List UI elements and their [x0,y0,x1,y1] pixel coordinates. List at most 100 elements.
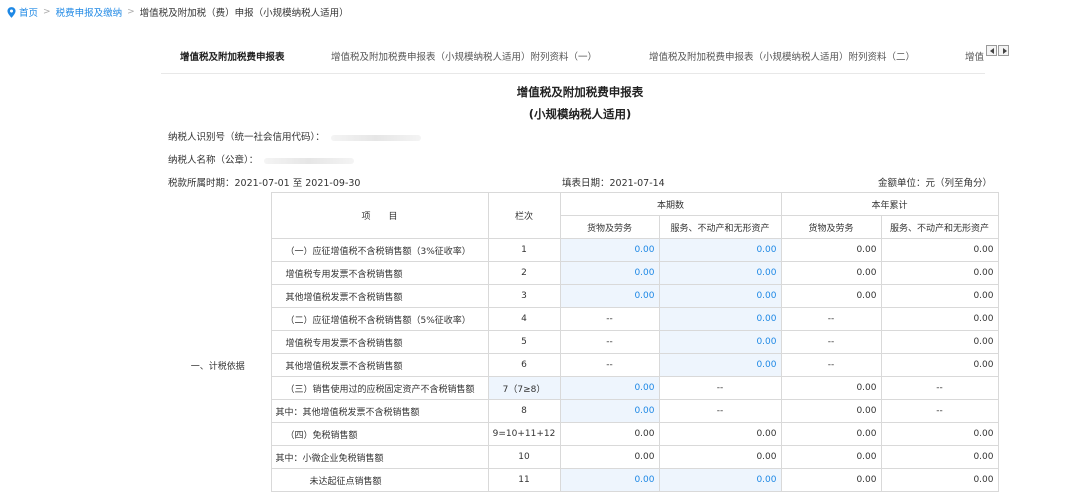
current-services-input[interactable]: 0.00 [658,353,782,377]
tab-scroll-right-icon[interactable] [998,45,1009,56]
current-services-value: 0.00 [658,445,782,469]
row-line: 4 [487,307,561,331]
table-row: 增值税专用发票不含税销售额 5 -- 0.00 -- 0.00 [165,330,999,354]
table-row: 一、计税依据 （一）应征增值税不含税销售额（3%征收率） 1 0.00 0.00… [165,238,999,492]
form-tabs: 增值税及附加税费申报表 增值税及附加税费申报表（小规模纳税人适用）附列资料（一）… [161,41,985,74]
amount-unit: 金额单位：元（列至角分） [878,178,993,189]
breadcrumb-separator: > [127,7,135,17]
current-goods-input[interactable]: 0.00 [559,399,660,423]
current-services-input[interactable]: 0.00 [658,238,782,262]
year-services-value: 0.00 [880,445,999,469]
header-current-goods: 货物及劳务 [559,215,660,239]
tab-schedule-one[interactable]: 增值税及附加税费申报表（小规模纳税人适用）附列资料（一） [331,41,597,73]
row-item: 其中：其他增值税发票不含税销售额 [270,399,489,423]
year-services-value: 0.00 [880,284,999,308]
tax-period: 税款所属时期：2021-07-01 至 2021-09-30 [168,178,361,189]
tab-schedule-three[interactable]: 增值 [965,41,984,73]
current-goods-value: 0.00 [559,445,660,469]
form-subtitle: (小规模纳税人适用) [528,107,632,121]
year-goods-value: 0.00 [780,399,882,423]
breadcrumb-current-page: 增值税及附加税（费）申报（小规模纳税人适用） [139,8,349,19]
current-goods-input[interactable]: 0.00 [559,261,660,285]
row-line: 5 [487,330,561,354]
header-year-total: 本年累计 [780,192,999,216]
row-item: 其他增值税发票不含税销售额 [270,353,489,377]
current-services-input[interactable]: 0.00 [658,468,782,492]
table-row: 其中：小微企业免税销售额 10 0.00 0.00 0.00 0.00 [165,445,999,469]
year-services-value: -- [880,376,999,400]
table-row: 其他增值税发票不含税销售额 6 -- 0.00 -- 0.00 [165,353,999,377]
redacted-value [330,134,421,141]
year-services-value: 0.00 [880,353,999,377]
row-item: （四）免税销售额 [270,422,489,446]
taxpayer-name-row: 纳税人名称（公章）： [168,152,355,166]
year-services-value: 0.00 [880,330,999,354]
header-year-services: 服务、不动产和无形资产 [880,215,999,239]
row-line: 1 [487,238,561,262]
current-goods-value: -- [559,330,660,354]
row-line: 11 [487,468,561,492]
table-header-row: 项 目 栏次 本期数 本年累计 [165,192,999,239]
row-item: （二）应征增值税不含税销售额（5%征收率） [270,307,489,331]
year-goods-value: 0.00 [780,376,882,400]
row-item: （三）销售使用过的应税固定资产不含税销售额 [270,376,489,400]
current-services-value: 0.00 [658,422,782,446]
row-line: 8 [487,399,561,423]
current-services-input[interactable]: 0.00 [658,261,782,285]
year-services-value: 0.00 [880,468,999,492]
breadcrumb-tax-filing-link[interactable]: 税费申报及缴纳 [56,5,123,19]
breadcrumb: 首页 > 税费申报及缴纳 > 增值税及附加税（费）申报（小规模纳税人适用） [7,4,349,20]
taxpayer-name-label: 纳税人名称（公章）： [168,155,259,166]
header-current-services: 服务、不动产和无形资产 [658,215,782,239]
redacted-value [264,157,355,164]
table-row: 未达起征点销售额 11 0.00 0.00 0.00 0.00 [165,468,999,492]
current-goods-value: -- [559,307,660,331]
section-label: 一、计税依据 [165,238,272,492]
current-services-value: -- [658,399,782,423]
table-row: 其中：其他增值税发票不含税销售额 8 0.00 -- 0.00 -- [165,399,999,423]
row-line: 3 [487,284,561,308]
row-line: 7（7≥8） [487,376,561,400]
current-goods-input[interactable]: 0.00 [559,468,660,492]
current-services-input[interactable]: 0.00 [658,307,782,331]
row-line: 2 [487,261,561,285]
location-pin-icon [7,6,16,18]
row-item: 未达起征点销售额 [270,468,489,492]
header-year-goods: 货物及劳务 [780,215,882,239]
tab-schedule-two[interactable]: 增值税及附加税费申报表（小规模纳税人适用）附列资料（二） [649,41,915,73]
current-goods-value: 0.00 [559,422,660,446]
year-services-value: 0.00 [880,307,999,331]
header-line: 栏次 [487,192,561,239]
year-goods-value: 0.00 [780,468,882,492]
year-goods-value: -- [780,353,882,377]
current-goods-input[interactable]: 0.00 [559,238,660,262]
year-goods-value: -- [780,330,882,354]
year-goods-value: 0.00 [780,445,882,469]
breadcrumb-separator: > [43,7,51,17]
current-services-input[interactable]: 0.00 [658,330,782,354]
tab-scroll-left-icon[interactable] [986,45,997,56]
table-row: 其他增值税发票不含税销售额 3 0.00 0.00 0.00 0.00 [165,284,999,308]
row-line: 6 [487,353,561,377]
breadcrumb-home-link[interactable]: 首页 [19,5,38,19]
year-goods-value: -- [780,307,882,331]
row-line: 10 [487,445,561,469]
year-services-value: -- [880,399,999,423]
year-goods-value: 0.00 [780,284,882,308]
current-services-input[interactable]: 0.00 [658,284,782,308]
row-item: （一）应征增值税不含税销售额（3%征收率） [270,238,489,262]
fill-date: 填表日期：2021-07-14 [562,178,665,189]
year-goods-value: 0.00 [780,238,882,262]
header-item: 项 目 [270,192,489,239]
current-goods-input[interactable]: 0.00 [559,376,660,400]
row-line: 9=10+11+12 [487,422,561,446]
year-goods-value: 0.00 [780,422,882,446]
tab-main-return[interactable]: 增值税及附加税费申报表 [180,41,285,73]
table-row: （四）免税销售额 9=10+11+12 0.00 0.00 0.00 0.00 [165,422,999,446]
current-goods-input[interactable]: 0.00 [559,284,660,308]
tax-return-table: 项 目 栏次 本期数 本年累计 货物及劳务 服务、不动产和无形资产 货物及劳务 … [165,192,999,492]
table-row: 增值税专用发票不含税销售额 2 0.00 0.00 0.00 0.00 [165,261,999,285]
year-goods-value: 0.00 [780,261,882,285]
table-row: （三）销售使用过的应税固定资产不含税销售额 7（7≥8） 0.00 -- 0.0… [165,376,999,400]
year-services-value: 0.00 [880,422,999,446]
